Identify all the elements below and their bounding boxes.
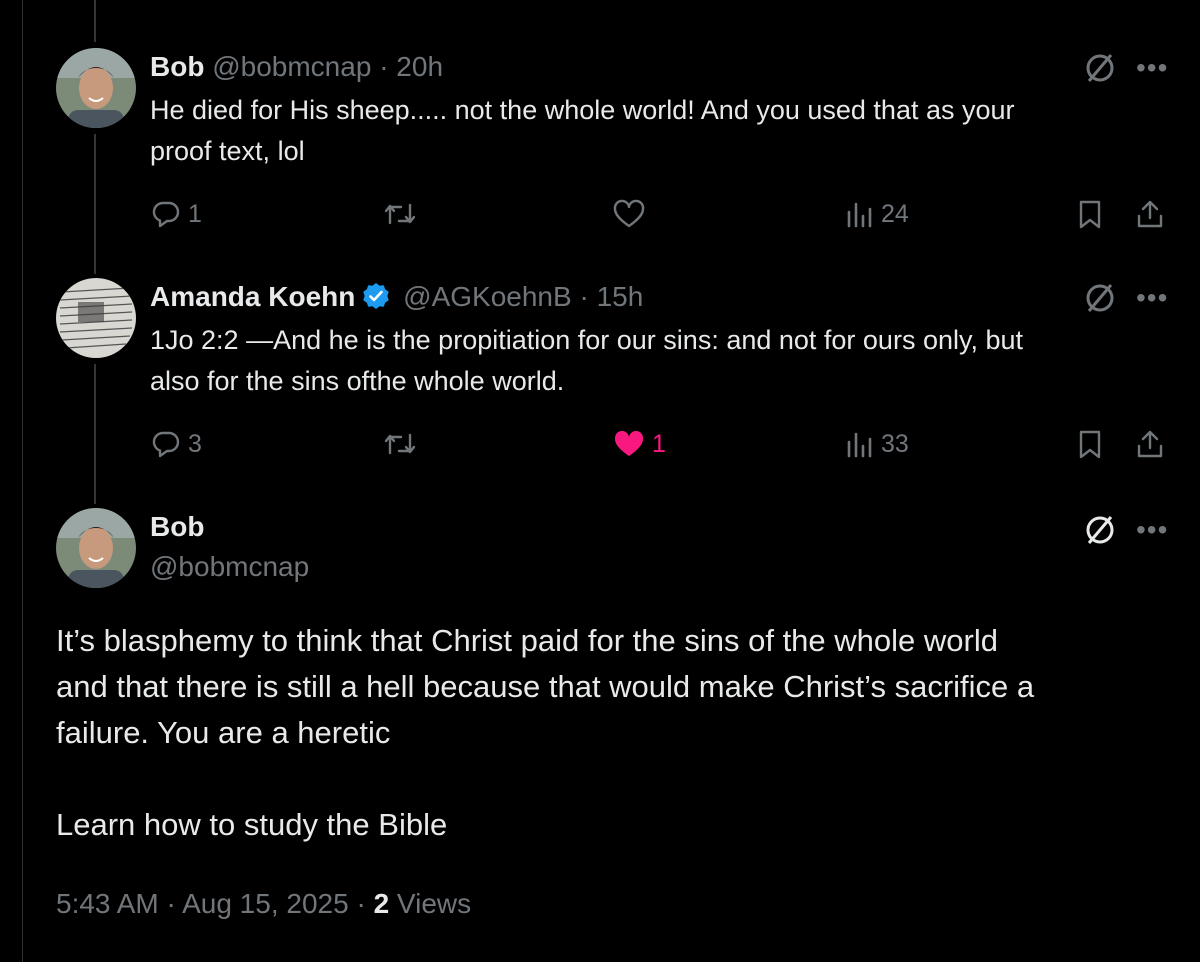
heart-icon — [614, 430, 644, 456]
avatar[interactable] — [56, 278, 136, 358]
tweet-text-line: He died for His sheep..... not the whole… — [150, 95, 1015, 125]
reply-button[interactable]: 1 — [150, 194, 202, 234]
bookmark-icon — [1079, 200, 1101, 229]
bookmark-icon — [1079, 430, 1101, 459]
reply-icon — [152, 431, 180, 458]
views-icon — [847, 202, 872, 228]
like-count: 1 — [652, 429, 666, 458]
views-icon — [847, 432, 872, 458]
timestamp[interactable]: 20h — [396, 51, 443, 82]
tweet-text-line: Learn how to study the Bible — [56, 807, 448, 842]
like-button[interactable]: 1 — [612, 424, 666, 464]
author-handle[interactable]: @bobmcnap — [212, 51, 371, 82]
column-border — [22, 0, 23, 962]
action-bar: 1 24 — [150, 194, 1170, 234]
grok-icon[interactable] — [1082, 50, 1118, 86]
share-icon — [1137, 430, 1163, 458]
more-options-button[interactable]: ••• — [1136, 284, 1168, 312]
tweet-text-line: also for the sins ofthe whole world. — [150, 366, 565, 396]
main-tweet-text: It’s blasphemy to think that Christ paid… — [56, 618, 1176, 848]
view-count: 2 — [373, 888, 390, 919]
view-count: 24 — [881, 199, 909, 228]
tweet-top-icons: ••• — [1082, 280, 1168, 316]
grok-icon[interactable] — [1082, 280, 1118, 316]
views-button[interactable]: 24 — [845, 194, 909, 234]
tweet-header: Bob @bobmcnap · 20h — [150, 50, 443, 84]
grok-icon[interactable] — [1082, 512, 1118, 548]
thread-line — [94, 364, 96, 504]
author-name-text: Bob — [150, 511, 205, 542]
avatar[interactable] — [56, 508, 136, 588]
views-button[interactable]: 33 — [845, 424, 909, 464]
author-handle[interactable]: @AGKoehnB — [403, 281, 572, 312]
tweet-meta: 5:43 AM · Aug 15, 2025 · 2 Views — [56, 884, 471, 924]
separator: · — [379, 51, 389, 82]
bookmark-button[interactable] — [1075, 194, 1105, 234]
tweet-text-line: 1Jo 2:2 —And he is the propitiation for … — [150, 325, 1024, 355]
bookmark-button[interactable] — [1075, 424, 1105, 464]
verified-badge-icon — [363, 283, 390, 309]
more-options-button[interactable]: ••• — [1136, 54, 1168, 82]
tweet-date[interactable]: Aug 15, 2025 — [182, 888, 349, 919]
reply-icon — [152, 201, 180, 228]
tweet-text-line: failure. You are a heretic — [56, 715, 391, 750]
retweet-button[interactable] — [382, 424, 418, 464]
tweet-top-icons: ••• — [1082, 512, 1168, 548]
reply-button[interactable]: 3 — [150, 424, 202, 464]
more-options-button[interactable]: ••• — [1136, 516, 1168, 544]
author-name[interactable]: Bob — [150, 51, 204, 82]
retweet-icon — [384, 433, 416, 455]
thread-line — [94, 0, 96, 42]
like-button[interactable] — [612, 194, 652, 234]
tweet-text-line: proof text, lol — [150, 136, 305, 166]
separator: · — [356, 888, 366, 919]
thread-line — [94, 134, 96, 274]
avatar[interactable] — [56, 48, 136, 128]
tweet-text: 1Jo 2:2 —And he is the propitiation for … — [150, 320, 1023, 402]
views-label: Views — [396, 888, 472, 919]
retweet-icon — [384, 203, 416, 225]
tweet-text: He died for His sheep..... not the whole… — [150, 90, 1015, 172]
timestamp[interactable]: 15h — [597, 281, 644, 312]
tweet-header: Amanda Koehn @AGKoehnB · 15h — [150, 280, 643, 314]
reply-count: 1 — [188, 199, 202, 228]
tweet-top-icons: ••• — [1082, 50, 1168, 86]
share-button[interactable] — [1134, 194, 1166, 234]
separator: · — [166, 888, 176, 919]
share-button[interactable] — [1134, 424, 1166, 464]
retweet-button[interactable] — [382, 194, 418, 234]
reply-count: 3 — [188, 429, 202, 458]
author-handle[interactable]: @bobmcnap — [150, 550, 309, 584]
tweet-text-line: It’s blasphemy to think that Christ paid… — [56, 623, 998, 658]
tweet-text-line: and that there is still a hell because t… — [56, 669, 1035, 704]
heart-icon — [613, 199, 645, 228]
separator: · — [579, 281, 589, 312]
author-name[interactable]: Bob — [150, 510, 204, 544]
view-count: 33 — [881, 429, 909, 458]
action-bar: 3 1 33 — [150, 424, 1170, 464]
author-name[interactable]: Amanda Koehn — [150, 281, 355, 312]
tweet-time[interactable]: 5:43 AM — [56, 888, 159, 919]
share-icon — [1137, 200, 1163, 228]
